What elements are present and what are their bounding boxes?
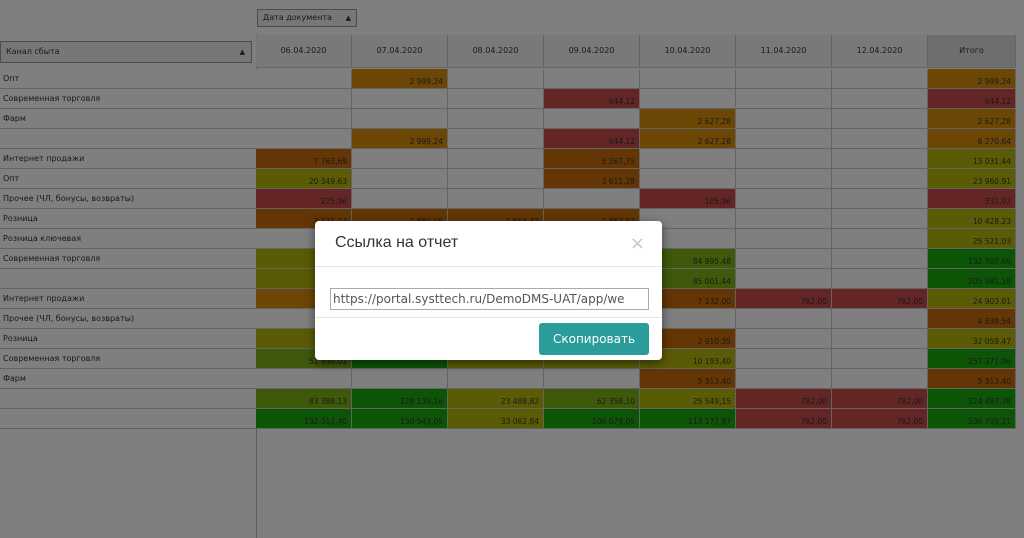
close-icon[interactable]: × <box>630 233 645 254</box>
modal-title: Ссылка на отчет <box>335 234 459 251</box>
report-link-modal: Ссылка на отчет × Скопировать <box>315 221 662 360</box>
modal-body <box>315 267 662 318</box>
report-url-input[interactable] <box>330 288 649 310</box>
modal-header: Ссылка на отчет × <box>315 221 662 267</box>
copy-button[interactable]: Скопировать <box>539 323 649 355</box>
